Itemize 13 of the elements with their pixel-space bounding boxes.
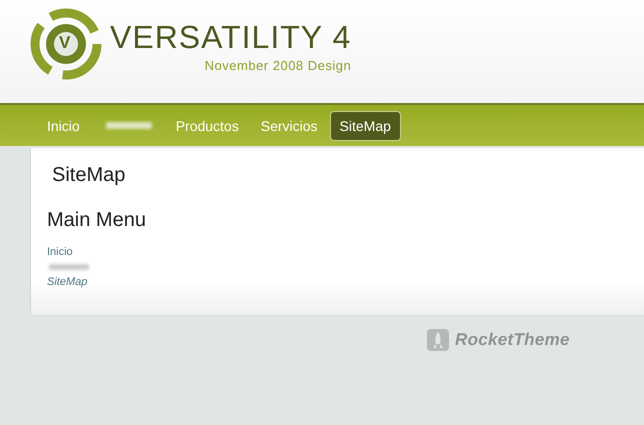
menu-title: Main Menu (47, 209, 147, 232)
menu-link[interactable]: SiteMap (47, 275, 88, 289)
page-title: SiteMap (51, 163, 126, 187)
blurred-nav-link[interactable] (106, 122, 152, 129)
site-title: VERSATILITY 4 (110, 20, 352, 54)
rocket-icon (427, 329, 449, 351)
site-subtitle: November 2008 Design (204, 58, 352, 73)
nav-link[interactable]: SiteMap (330, 110, 401, 140)
brand-logo-text: RocketTheme (455, 330, 570, 350)
logo-icon (30, 8, 102, 80)
menu-link[interactable]: Inicio (47, 245, 73, 259)
blurred-menu-link[interactable] (49, 264, 89, 270)
logo-letter: V (59, 33, 70, 53)
